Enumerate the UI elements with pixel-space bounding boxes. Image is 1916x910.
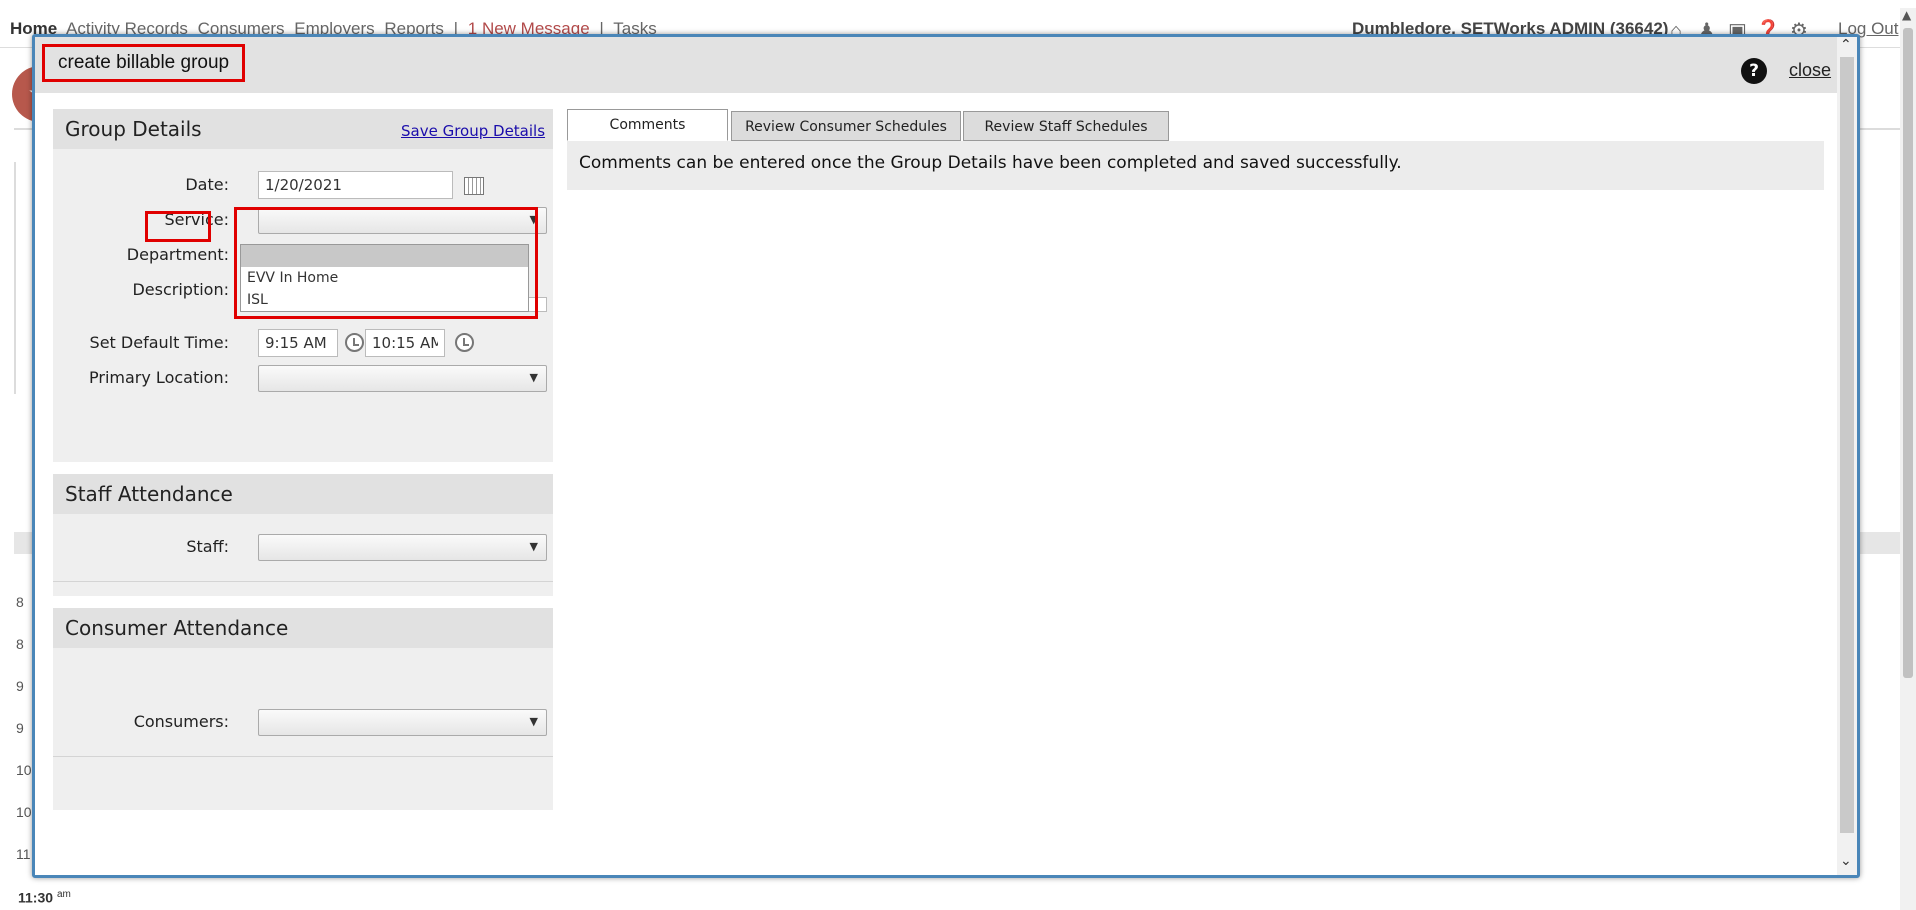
- chevron-down-icon: ▼: [529, 371, 538, 384]
- close-link[interactable]: close: [1789, 60, 1831, 81]
- background-time-label: 9: [16, 720, 24, 736]
- help-icon[interactable]: ?: [1741, 58, 1767, 84]
- clock-icon[interactable]: [455, 333, 474, 352]
- service-dropdown-highlight: [234, 207, 538, 319]
- tab-review-consumer-schedules[interactable]: Review Consumer Schedules: [731, 111, 961, 141]
- staff-attendance-header: Staff Attendance: [53, 474, 553, 514]
- consumers-label: Consumers:: [133, 712, 229, 731]
- default-time-label: Set Default Time:: [89, 333, 229, 352]
- background-time-label: 10: [16, 762, 32, 778]
- dialog-header: create billable group ? close: [35, 37, 1857, 93]
- scrollbar-thumb[interactable]: [1903, 28, 1913, 678]
- tab-comments[interactable]: Comments: [567, 109, 728, 141]
- staff-attendance-title: Staff Attendance: [65, 482, 233, 506]
- background-time-label: 8: [16, 636, 24, 652]
- divider: [53, 581, 553, 582]
- start-time-input[interactable]: [258, 329, 338, 357]
- background-time-label: 8: [16, 594, 24, 610]
- calendar-icon[interactable]: [464, 177, 484, 195]
- dialog-title: create billable group: [42, 44, 246, 82]
- staff-label: Staff:: [186, 537, 229, 556]
- date-label: Date:: [185, 175, 229, 194]
- scrollbar-thumb[interactable]: [1840, 57, 1854, 833]
- date-input[interactable]: [258, 171, 453, 199]
- department-label: Department:: [126, 245, 229, 264]
- scroll-up-icon[interactable]: ▲: [1902, 8, 1911, 22]
- clock-icon[interactable]: [345, 333, 364, 352]
- background-time-label: 9: [16, 678, 24, 694]
- save-group-details-link[interactable]: Save Group Details: [401, 122, 545, 140]
- time-suffix: am: [56, 889, 71, 900]
- background-time-label: 11:30 am: [18, 889, 71, 906]
- page-scrollbar[interactable]: ▲: [1900, 8, 1916, 910]
- background-time-label: 10: [16, 804, 32, 820]
- create-billable-group-dialog: create billable group ? close Group Deta…: [32, 34, 1860, 878]
- chevron-down-icon: ▼: [529, 715, 538, 728]
- primary-location-select[interactable]: ▼: [258, 365, 547, 392]
- consumer-attendance-title: Consumer Attendance: [65, 616, 289, 640]
- background-time-label: 11: [16, 846, 31, 862]
- description-label: Description:: [132, 280, 229, 299]
- group-details-header: Group Details Save Group Details: [53, 109, 553, 149]
- chevron-down-icon[interactable]: ⌄: [1840, 853, 1852, 869]
- staff-select[interactable]: ▼: [258, 534, 547, 561]
- end-time-input[interactable]: [365, 329, 445, 357]
- comments-message: Comments can be entered once the Group D…: [567, 141, 1824, 190]
- chevron-down-icon: ▼: [529, 540, 538, 553]
- consumer-attendance-header: Consumer Attendance: [53, 608, 553, 648]
- dialog-scrollbar[interactable]: ⌃ ⌄: [1837, 37, 1857, 875]
- group-details-title: Group Details: [65, 117, 202, 141]
- service-label-highlight: [145, 211, 211, 242]
- consumer-attendance-panel: Consumer Attendance Consumers: ▼: [53, 608, 553, 810]
- divider: [53, 756, 553, 757]
- primary-location-label: Primary Location:: [89, 368, 229, 387]
- staff-attendance-panel: Staff Attendance Staff: ▼: [53, 474, 553, 596]
- tab-review-staff-schedules[interactable]: Review Staff Schedules: [963, 111, 1169, 141]
- consumers-select[interactable]: ▼: [258, 709, 547, 736]
- background-divider: [14, 162, 16, 394]
- chevron-up-icon[interactable]: ⌃: [1840, 37, 1852, 53]
- time-value: 11:30: [18, 889, 54, 906]
